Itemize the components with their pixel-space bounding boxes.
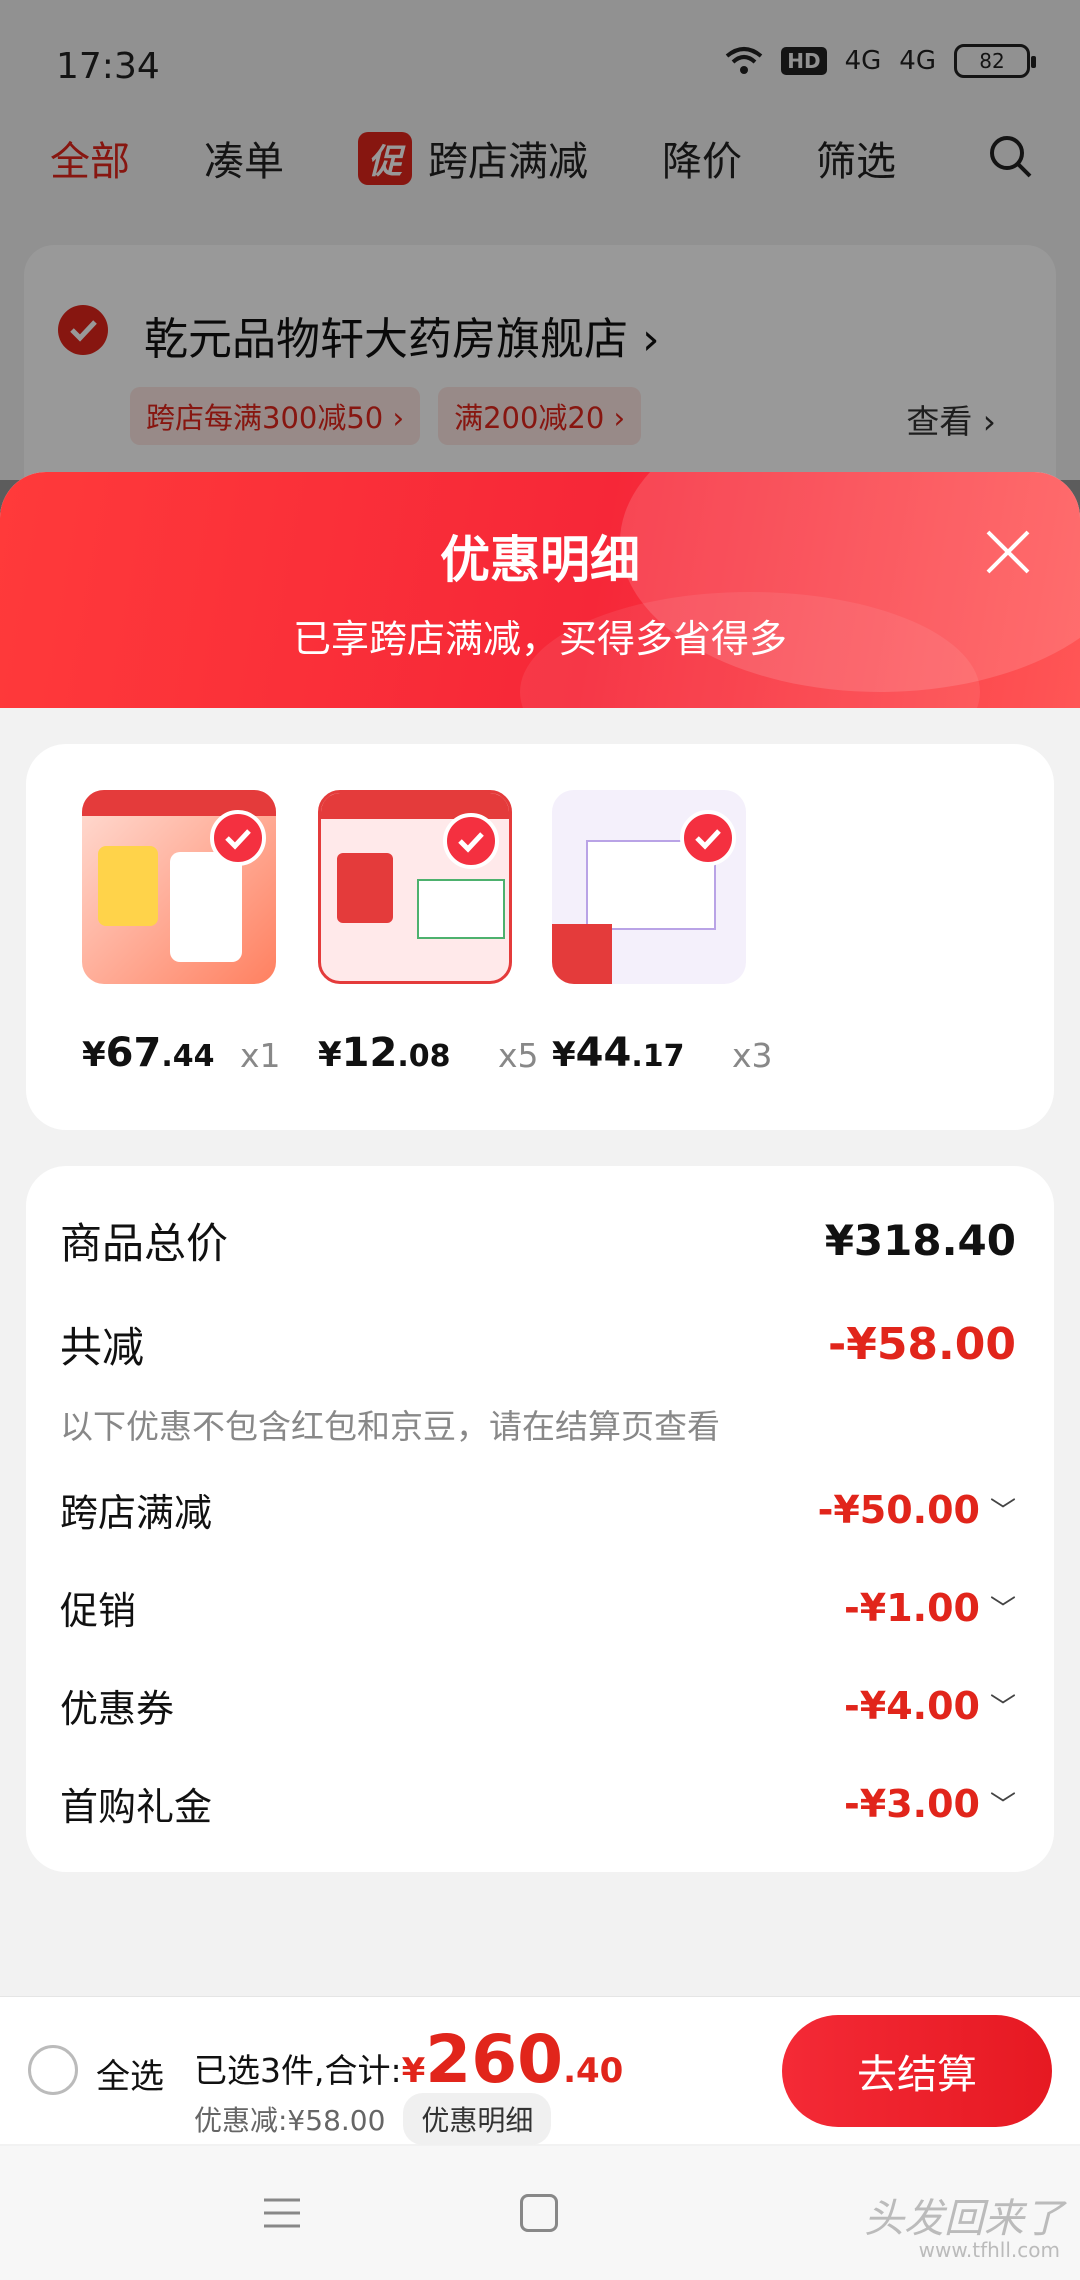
breakdown-amount: -¥1.00 [844, 1585, 980, 1630]
chevron-down-icon: ﹀ [989, 1497, 1016, 1527]
reduce-value: -¥58.00 [827, 1319, 1016, 1370]
total-row: 商品总价 ¥318.40 [60, 1210, 1016, 1271]
discount-amount: 优惠减:¥58.00 [194, 2104, 386, 2137]
chevron-down-icon: ﹀ [989, 1693, 1016, 1723]
product-image-decoration [98, 846, 158, 926]
product-item[interactable]: ¥44.17 x3 [552, 790, 773, 1076]
product-image-decoration [552, 924, 612, 984]
checkout-button[interactable]: 去结算 [782, 2015, 1052, 2127]
price-currency: ¥ [318, 1035, 342, 1075]
item-price: ¥44.17 [552, 1030, 685, 1076]
breakdown-label: 优惠券 [60, 1687, 175, 1731]
product-thumbnail [82, 790, 276, 984]
close-icon[interactable] [980, 524, 1036, 580]
watermark-url: www.tfhll.com [918, 2238, 1060, 2262]
product-item[interactable]: ¥67.44 x1 [82, 790, 282, 1076]
total-decimal: .40 [563, 2051, 624, 2091]
total-label: 商品总价 [60, 1219, 229, 1268]
breakdown-value: -¥50.00 ﹀ [818, 1488, 1016, 1532]
home-icon[interactable] [520, 2194, 558, 2232]
item-price: ¥67.44 [82, 1030, 215, 1076]
discount-detail-button[interactable]: 优惠明细 [403, 2093, 552, 2145]
product-thumbnail [552, 790, 746, 984]
discount-line: 优惠减:¥58.00 优惠明细 [194, 2093, 552, 2145]
price-decimal: .08 [397, 1039, 451, 1074]
check-icon [210, 810, 266, 866]
selected-count-text: 已选3件,合计: [194, 2051, 402, 2090]
watermark-text: 头发回来了 [864, 2196, 1064, 2242]
breakdown-label: 促销 [60, 1589, 137, 1633]
breakdown-amount: -¥3.00 [844, 1781, 980, 1826]
breakdown-amount: -¥4.00 [844, 1683, 980, 1728]
breakdown-row[interactable]: 跨店满减 -¥50.00 ﹀ [60, 1482, 1016, 1537]
price-detail-card: 商品总价 ¥318.40 共减 -¥58.00 以下优惠不包含红包和京豆，请在结… [26, 1166, 1054, 1872]
reduce-label: 共减 [60, 1323, 145, 1372]
selected-items-card: ¥67.44 x1 ¥12.08 x5 ¥44.17 x3 [26, 744, 1054, 1130]
select-all-checkbox[interactable] [28, 2045, 78, 2095]
check-icon [443, 813, 499, 869]
item-quantity: x1 [240, 1036, 281, 1075]
breakdown-label: 跨店满减 [60, 1491, 213, 1535]
total-currency: ¥ [401, 2051, 426, 2091]
sheet-header: 优惠明细 已享跨店满减，买得多省得多 [0, 472, 1080, 708]
breakdown-row[interactable]: 优惠券 -¥4.00 ﹀ [60, 1678, 1016, 1733]
breakdown-value: -¥4.00 ﹀ [844, 1684, 1016, 1728]
discount-note: 以下优惠不包含红包和京豆，请在结算页查看 [60, 1407, 720, 1446]
breakdown-value: -¥3.00 ﹀ [844, 1782, 1016, 1826]
total-summary: 已选3件,合计:¥260.40 [194, 2021, 623, 2098]
select-all-label[interactable]: 全选 [96, 2049, 164, 2098]
breakdown-value: -¥1.00 ﹀ [844, 1586, 1016, 1630]
price-currency: ¥ [82, 1035, 106, 1075]
breakdown-label: 首购礼金 [60, 1785, 213, 1829]
price-currency: ¥ [552, 1035, 576, 1075]
breakdown-row[interactable]: 首购礼金 -¥3.00 ﹀ [60, 1776, 1016, 1831]
sheet-subtitle: 已享跨店满减，买得多省得多 [292, 617, 787, 661]
product-image-decoration [417, 879, 505, 939]
system-nav-bar: 头发回来了 www.tfhll.com [0, 2146, 1080, 2280]
price-decimal: .17 [631, 1039, 685, 1074]
check-icon [680, 810, 736, 866]
sheet-title: 优惠明细 [440, 531, 640, 589]
price-integer: 44 [575, 1030, 632, 1076]
price-decimal: .44 [161, 1039, 215, 1074]
price-integer: 67 [105, 1030, 162, 1076]
chevron-down-icon: ﹀ [989, 1791, 1016, 1821]
product-image-decoration [337, 853, 393, 923]
chevron-down-icon: ﹀ [989, 1595, 1016, 1625]
menu-icon[interactable] [262, 2196, 302, 2230]
item-quantity: x3 [732, 1036, 773, 1075]
total-integer: 260 [425, 2021, 564, 2098]
breakdown-amount: -¥50.00 [817, 1487, 980, 1532]
item-price: ¥12.08 [318, 1030, 451, 1076]
checkout-bar: 全选 已选3件,合计:¥260.40 优惠减:¥58.00 优惠明细 去结算 [0, 1996, 1080, 2145]
product-item[interactable]: ¥12.08 x5 [318, 790, 539, 1076]
product-image-decoration [170, 852, 242, 962]
item-quantity: x5 [498, 1036, 539, 1075]
product-thumbnail [318, 790, 512, 984]
reduce-row: 共减 -¥58.00 [60, 1314, 1016, 1375]
price-integer: 12 [341, 1030, 398, 1076]
total-value: ¥318.40 [824, 1216, 1016, 1265]
breakdown-row[interactable]: 促销 -¥1.00 ﹀ [60, 1580, 1016, 1635]
